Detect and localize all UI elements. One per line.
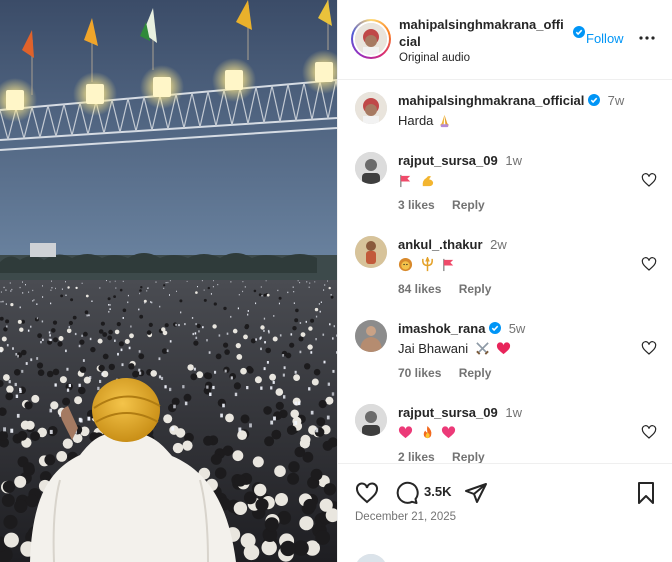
comment-username[interactable]: imashok_rana — [398, 321, 485, 336]
red-flag-emoji-icon — [443, 258, 454, 272]
pink-heart-emoji-icon — [442, 426, 456, 439]
comment-time[interactable]: 5w — [509, 321, 526, 336]
comment-like-heart-icon[interactable] — [641, 424, 657, 440]
pink-heart-emoji-icon — [398, 426, 413, 439]
commenter-avatar[interactable] — [355, 404, 387, 436]
commenter-avatar[interactable] — [355, 236, 387, 268]
comment-like-heart-icon[interactable] — [641, 172, 657, 188]
comment-like-count[interactable]: 84 likes — [398, 282, 441, 296]
share-icon[interactable] — [464, 481, 488, 505]
comment-like-count[interactable]: 70 likes — [398, 366, 441, 380]
flexed-biceps-emoji-icon — [422, 176, 433, 187]
author-username-line2[interactable]: cial — [399, 34, 421, 49]
commenter-avatar[interactable] — [355, 320, 387, 352]
comment-like-heart-icon[interactable] — [641, 256, 657, 272]
comment-time[interactable]: 1w — [505, 405, 522, 420]
comment-time[interactable]: 1w — [505, 153, 522, 168]
reply-button[interactable]: Reply — [452, 198, 485, 212]
comment-like-heart-icon[interactable] — [641, 340, 657, 356]
more-horizontal-icon[interactable] — [638, 29, 656, 47]
lion-emoji-icon — [398, 257, 413, 272]
author-username[interactable]: mahipalsinghmakrana_offi cial — [399, 16, 574, 50]
comment-username[interactable]: rajput_sursa_09 — [398, 405, 498, 420]
audio-label[interactable]: Original audio — [399, 52, 470, 64]
comment-icon[interactable] — [395, 481, 419, 505]
follow-button[interactable]: Follow — [586, 31, 624, 46]
commenter-avatar[interactable] — [355, 152, 387, 184]
red-flag-emoji-icon — [400, 174, 411, 188]
bookmark-icon[interactable] — [634, 481, 658, 505]
folded-hands-emoji-icon — [439, 114, 450, 128]
comments-list[interactable]: mahipalsinghmakrana_official 7w Harda ra… — [338, 81, 672, 463]
caption-username[interactable]: mahipalsinghmakrana_official — [398, 93, 584, 108]
trident-emoji-icon — [421, 257, 433, 272]
comment-like-count[interactable]: 2 likes — [398, 450, 435, 463]
comment-username[interactable]: ankul_.thakur — [398, 237, 483, 252]
comment-count[interactable]: 3.5K — [424, 484, 451, 499]
crossed-swords-emoji-icon — [475, 342, 489, 355]
reply-button[interactable]: Reply — [459, 366, 492, 380]
post-media[interactable] — [0, 0, 337, 562]
caption-text: Harda — [398, 113, 434, 128]
author-avatar-ring[interactable] — [351, 19, 391, 59]
verified-badge-icon — [588, 94, 601, 106]
current-user-avatar[interactable] — [355, 554, 387, 562]
comment-time[interactable]: 2w — [490, 237, 507, 252]
reply-button[interactable]: Reply — [459, 282, 492, 296]
post-header: mahipalsinghmakrana_offi cial Follow Ori… — [338, 0, 672, 80]
fire-emoji-icon — [423, 425, 432, 439]
verified-badge-icon — [489, 322, 502, 334]
caption-time[interactable]: 7w — [608, 93, 625, 108]
red-heart-emoji-icon — [497, 342, 511, 355]
heart-icon[interactable] — [355, 481, 379, 505]
verified-badge-icon — [573, 26, 585, 38]
author-avatar[interactable] — [355, 23, 387, 55]
caption-author-avatar[interactable] — [355, 92, 387, 124]
post-side-panel: mahipalsinghmakrana_offi cial Follow Ori… — [337, 0, 672, 562]
author-username-line1[interactable]: mahipalsinghmakrana_offi — [399, 17, 564, 32]
post-actions-bar: 3.5K December 21, 2025 — [338, 463, 672, 562]
reply-button[interactable]: Reply — [452, 450, 485, 463]
comment-like-count[interactable]: 3 likes — [398, 198, 435, 212]
post-date[interactable]: December 21, 2025 — [355, 511, 456, 523]
rally-video-frame — [0, 0, 337, 562]
comment-username[interactable]: rajput_sursa_09 — [398, 153, 498, 168]
comment-text: Jai Bhawani — [398, 341, 469, 356]
